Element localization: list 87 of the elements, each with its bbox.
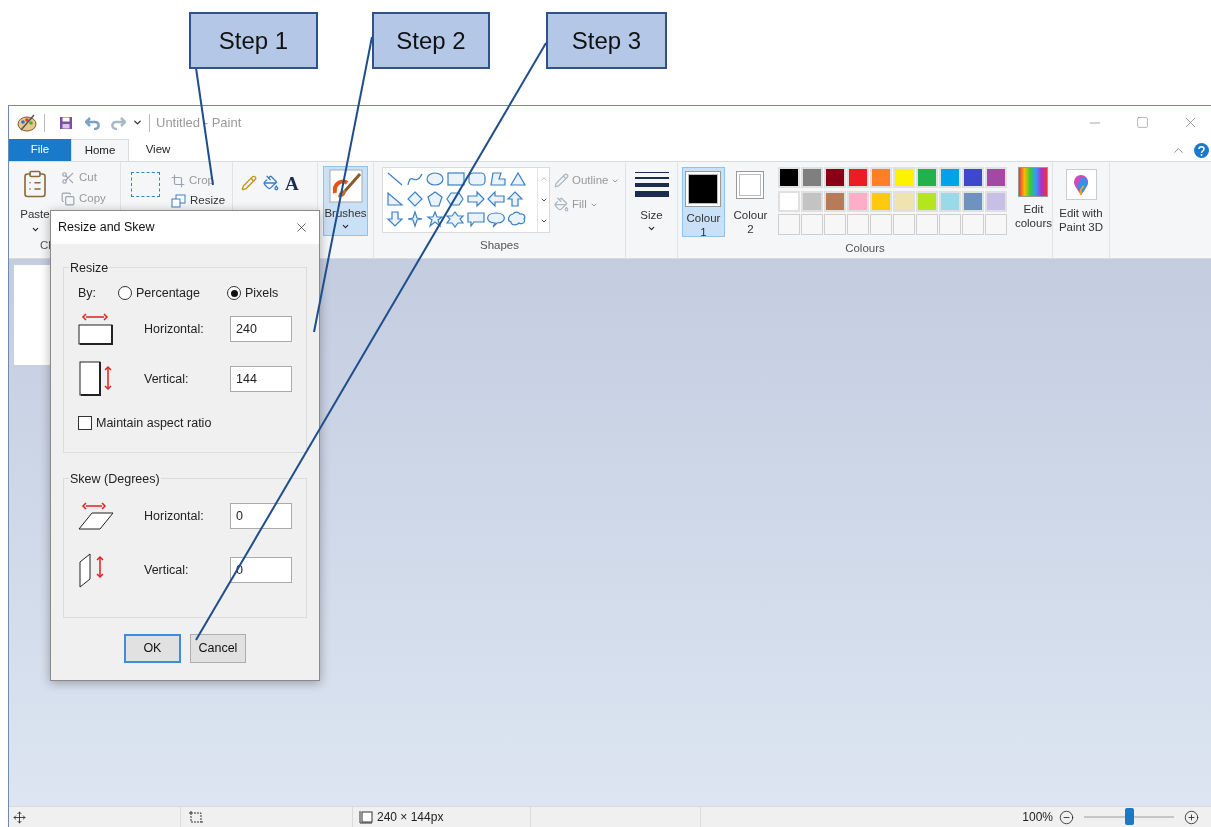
colour-spectrum-icon[interactable]: [1018, 167, 1049, 197]
canvas-size-icon: [359, 810, 373, 824]
palette-swatch[interactable]: [800, 190, 823, 212]
radio-button[interactable]: [118, 286, 132, 300]
move-icon: [13, 810, 26, 824]
palette-swatch[interactable]: [938, 167, 961, 188]
palette-swatch[interactable]: [984, 190, 1007, 212]
resize-label[interactable]: Resize: [190, 192, 226, 210]
number-field[interactable]: 144: [230, 366, 292, 392]
palette-swatch[interactable]: [800, 167, 823, 188]
paint-3d-icon[interactable]: [1065, 169, 1097, 200]
resize-vertical-icon: [78, 361, 114, 397]
palette-swatch[interactable]: [846, 167, 869, 188]
scissors-icon[interactable]: [61, 170, 75, 185]
palette-swatch[interactable]: [961, 190, 984, 212]
palette-swatch[interactable]: [777, 190, 800, 212]
ribbon-tab[interactable]: File: [9, 139, 71, 161]
palette-swatch[interactable]: [984, 167, 1007, 188]
select-icon[interactable]: [131, 172, 160, 197]
maximize-icon[interactable]: [1136, 116, 1149, 129]
field-label: Vertical:: [143, 561, 190, 579]
zoom-percent: 100%: [1022, 809, 1053, 826]
ribbon-tab[interactable]: View: [129, 139, 187, 161]
field-label: Vertical:: [143, 370, 190, 388]
radio-button[interactable]: [227, 286, 241, 300]
palette-swatch[interactable]: [777, 167, 800, 188]
fill-icon[interactable]: [554, 197, 569, 213]
step-callout: Step 1: [189, 12, 318, 69]
dialog-button[interactable]: Cancel: [189, 634, 246, 663]
palette-swatch[interactable]: [823, 167, 846, 188]
checkbox[interactable]: [78, 416, 92, 431]
skew-horizontal-icon: [78, 502, 114, 530]
palette-swatch[interactable]: [892, 190, 915, 212]
ribbon-tab[interactable]: Home: [71, 139, 129, 162]
palette-swatch[interactable]: [892, 167, 915, 188]
resize-icon[interactable]: [171, 193, 186, 208]
resize-horizontal-icon: [78, 313, 114, 345]
palette-swatch[interactable]: [846, 190, 869, 212]
text-tool[interactable]: A: [285, 175, 299, 193]
palette-swatch[interactable]: [915, 167, 938, 188]
number-field[interactable]: 0: [230, 503, 292, 529]
crop-icon[interactable]: [171, 173, 185, 188]
help-icon[interactable]: [1194, 143, 1209, 158]
dialog-title: Resize and Skew: [58, 219, 155, 237]
edit-with-paint-3d-label[interactable]: Edit with Paint 3D: [1058, 206, 1104, 234]
radio-label: Percentage: [136, 284, 200, 302]
paint-bucket-icon[interactable]: [263, 175, 279, 191]
zoom-slider-thumb[interactable]: [1125, 808, 1134, 825]
paste-label[interactable]: Paste: [20, 206, 50, 224]
customize-caret-icon[interactable]: [132, 117, 143, 128]
group-label: Shapes: [479, 237, 520, 253]
palette-swatch[interactable]: [823, 190, 846, 212]
zoom-out-icon[interactable]: [1059, 809, 1074, 825]
save-icon[interactable]: [59, 115, 73, 130]
colour-slot-button[interactable]: Colour 1: [682, 167, 725, 237]
step-callout: Step 2: [372, 12, 490, 69]
canvas-size-text: 240 × 144px: [377, 809, 444, 826]
colour-slot-button[interactable]: Colour 2: [729, 167, 772, 237]
group-label: Cl: [39, 237, 52, 253]
size-label[interactable]: Size: [640, 207, 663, 225]
brush-icon: [328, 169, 363, 203]
outline-icon[interactable]: [554, 173, 569, 189]
palette-swatch[interactable]: [915, 190, 938, 212]
scroll-down-icon[interactable]: [539, 196, 548, 204]
undo-icon[interactable]: [85, 115, 101, 130]
by-label: By:: [77, 284, 98, 302]
copy-icon[interactable]: [61, 191, 75, 206]
palette-icon[interactable]: [17, 113, 37, 132]
close-icon[interactable]: [294, 220, 309, 235]
dialog-button[interactable]: OK: [124, 634, 181, 663]
redo-icon[interactable]: [110, 115, 126, 130]
palette-swatch[interactable]: [869, 190, 892, 212]
palette-swatch[interactable]: [938, 190, 961, 212]
palette-swatch[interactable]: [961, 167, 984, 188]
field-label: Horizontal:: [143, 320, 205, 338]
number-field[interactable]: 240: [230, 316, 292, 342]
checkbox-label: Maintain aspect ratio: [96, 415, 212, 432]
pencil-icon[interactable]: [241, 175, 257, 191]
field-label: Horizontal:: [143, 507, 205, 525]
window-title: Untitled - Paint: [156, 113, 242, 132]
step-callout: Step 3: [546, 12, 667, 69]
zoom-in-icon[interactable]: [1184, 809, 1199, 825]
group-label: Colours: [844, 241, 886, 256]
selection-size-icon: [189, 810, 203, 824]
edit-colours-label[interactable]: Edit colours: [1014, 202, 1052, 230]
radio-label: Pixels: [245, 284, 279, 302]
palette-swatch[interactable]: [869, 167, 892, 188]
